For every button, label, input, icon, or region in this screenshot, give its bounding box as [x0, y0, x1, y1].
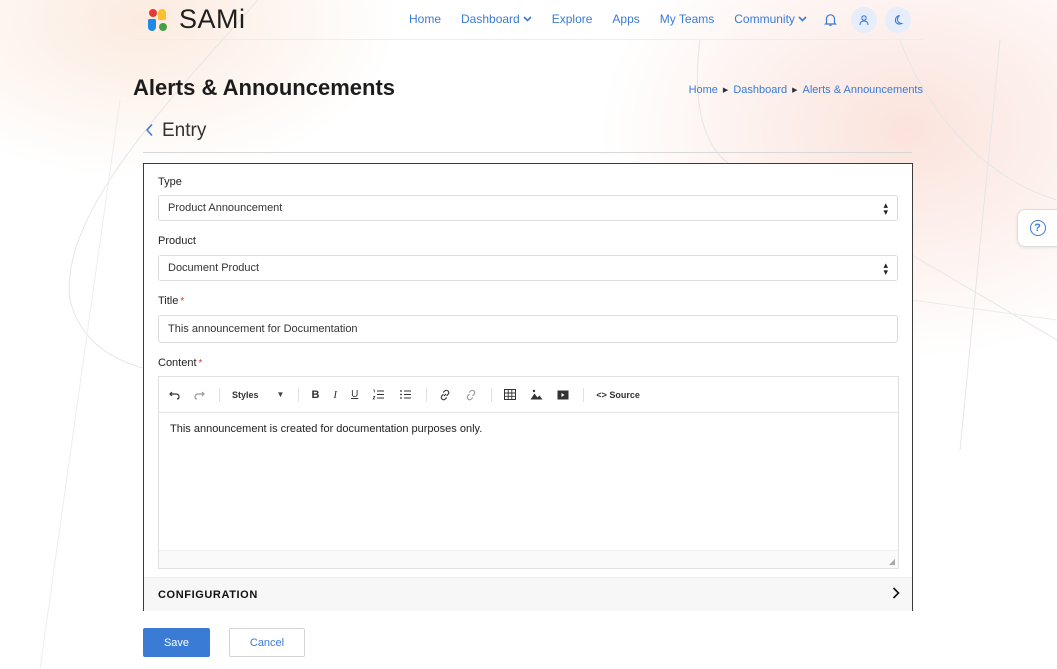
entry-form-card: Type Product Announcement ▴ ▾ Product Doc…	[143, 163, 913, 611]
entry-header: Entry	[145, 120, 206, 142]
title-label: Title *	[158, 295, 185, 307]
configuration-accordion[interactable]: CONFIGURATION	[144, 577, 912, 611]
underline-icon[interactable]: U	[351, 389, 358, 400]
nav-links: Home Dashboard Explore Apps My Teams Com…	[409, 0, 827, 38]
type-label: Type	[158, 176, 182, 188]
redo-icon[interactable]	[194, 390, 205, 400]
nav-apps[interactable]: Apps	[612, 12, 639, 26]
select-arrows-icon: ▴ ▾	[883, 200, 888, 217]
type-select[interactable]: Product Announcement ▴ ▾	[158, 195, 898, 221]
unlink-icon[interactable]	[465, 389, 477, 401]
cancel-button[interactable]: Cancel	[229, 628, 305, 657]
source-button[interactable]: <> Source	[596, 390, 640, 400]
nav-explore[interactable]: Explore	[552, 12, 593, 26]
top-navbar: SAMi Home Dashboard Explore Apps My Team…	[0, 0, 1057, 40]
product-label: Product	[158, 235, 196, 247]
configuration-label: CONFIGURATION	[158, 588, 258, 601]
brand-logo[interactable]: SAMi	[147, 4, 246, 35]
type-select-value: Product Announcement	[168, 202, 283, 214]
chevron-down-icon	[798, 14, 807, 24]
image-icon[interactable]	[530, 389, 543, 400]
link-icon[interactable]	[439, 389, 451, 401]
numbered-list-icon[interactable]	[372, 389, 385, 400]
help-button[interactable]: ?	[1017, 209, 1057, 247]
chevron-down-icon	[523, 14, 532, 24]
nav-home[interactable]: Home	[409, 12, 441, 26]
page-title: Alerts & Announcements	[133, 75, 396, 100]
product-select-value: Document Product	[168, 262, 260, 274]
table-icon[interactable]	[504, 389, 517, 400]
editor-toolbar: Styles ▼ B I U <> Source	[159, 377, 898, 413]
caret-down-icon[interactable]: ▼	[277, 390, 285, 399]
bulleted-list-icon[interactable]	[399, 389, 412, 400]
back-chevron-icon[interactable]	[145, 121, 154, 142]
undo-icon[interactable]	[169, 390, 180, 400]
bold-icon[interactable]: B	[311, 389, 319, 401]
nav-my-teams[interactable]: My Teams	[660, 12, 714, 26]
user-icon[interactable]	[851, 7, 877, 33]
code-icon: <>	[596, 389, 607, 400]
chevron-right-icon	[892, 587, 900, 602]
product-select[interactable]: Document Product ▴ ▾	[158, 255, 898, 281]
bell-icon[interactable]	[817, 7, 843, 33]
caret-right-icon: ▶	[722, 87, 729, 94]
required-asterisk: *	[198, 358, 203, 369]
save-button[interactable]: Save	[143, 628, 210, 657]
select-arrows-icon: ▴ ▾	[883, 260, 888, 277]
nav-community[interactable]: Community	[734, 12, 807, 26]
nav-dashboard[interactable]: Dashboard	[461, 12, 532, 26]
breadcrumb-dashboard[interactable]: Dashboard	[733, 84, 787, 96]
media-embed-icon[interactable]	[557, 390, 569, 400]
question-mark-icon: ?	[1029, 220, 1046, 236]
caret-right-icon: ▶	[792, 87, 798, 94]
resize-handle-icon[interactable]: ◢	[889, 557, 895, 566]
content-label: Content *	[158, 357, 203, 369]
moon-icon[interactable]	[885, 7, 911, 33]
rich-text-editor: Styles ▼ B I U <> Source This announceme…	[158, 376, 899, 569]
title-input[interactable]: This announcement for Documentation	[158, 315, 898, 343]
editor-status-bar: ◢	[159, 550, 898, 568]
breadcrumb: Home ▶ Dashboard ▶ Alerts & Announcement…	[689, 84, 923, 96]
entry-divider	[143, 152, 912, 153]
entry-title: Entry	[162, 120, 207, 141]
title-input-value: This announcement for Documentation	[168, 323, 358, 335]
breadcrumb-current[interactable]: Alerts & Announcements	[803, 84, 923, 96]
required-asterisk: *	[180, 296, 185, 307]
brand-name: SAMi	[179, 4, 246, 34]
styles-dropdown[interactable]: Styles	[232, 390, 259, 400]
sami-logo-icon	[147, 8, 169, 32]
nav-icons	[817, 7, 919, 33]
breadcrumb-home[interactable]: Home	[689, 84, 718, 96]
editor-content-area[interactable]: This announcement is created for documen…	[159, 413, 898, 552]
editor-content-text: This announcement is created for documen…	[170, 423, 483, 435]
italic-icon[interactable]: I	[333, 389, 337, 401]
